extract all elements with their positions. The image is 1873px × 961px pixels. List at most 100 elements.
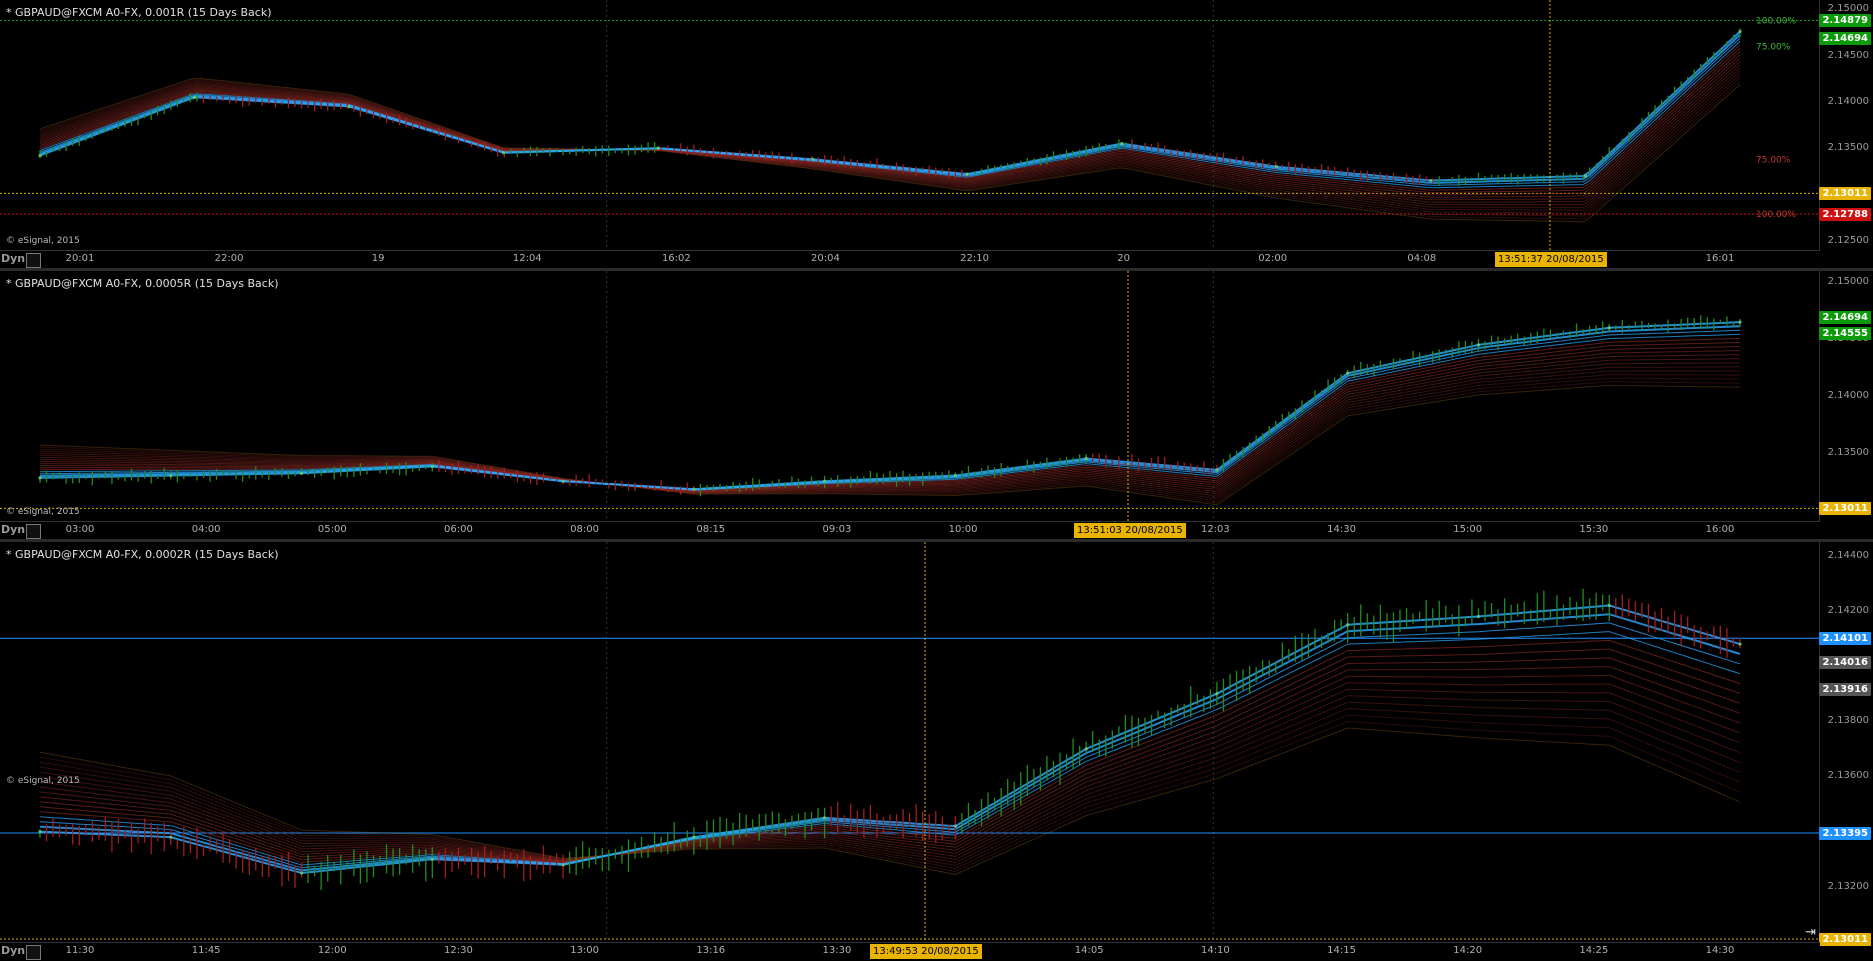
time-axis[interactable]: Dyn 11:30 11:45 12:00 12:30 13:00 13:16 13:30 1… [0,942,1820,961]
time-tick-label: 14:15 [1327,945,1356,956]
dyn-label: Dyn [1,523,26,536]
data-point [1738,29,1742,34]
time-tick-label: 20 [1117,253,1130,264]
fib-level-label: 100.00% [1756,210,1796,220]
ema-ribbon-line [39,622,1741,869]
data-point [169,473,173,478]
scroll-to-end-icon[interactable]: ⇥ [1805,925,1816,940]
scale-toggle-button[interactable] [26,253,41,268]
data-point [823,479,827,483]
panel-title: * GBPAUD@FXCM A0-FX, 0.001R (15 Days Bac… [6,6,272,19]
chart-panel-2[interactable]: * GBPAUD@FXCM A0-FX, 0.0005R (15 Days Ba… [0,271,1873,540]
time-tick-label: 13:30 [822,945,852,956]
time-tick-label: 22:00 [214,253,244,264]
data-point [430,464,434,469]
price-tag: 2.14694 [1819,311,1871,325]
ema-ribbon-line [39,37,1741,186]
cursor-time-label: 13:51:03 20/08/2015 [1074,523,1186,538]
copyright-label: © eSignal, 2015 [6,776,80,786]
price-axis[interactable]: 2.150002.145002.140002.135002.130002.146… [1819,271,1873,521]
time-tick-label: 16:02 [661,253,691,264]
price-tick-label: 2.14400 [1827,549,1869,561]
price-tag: 2.12788 [1819,208,1871,222]
time-tick-label: 09:03 [822,524,852,535]
data-point [1084,747,1088,751]
data-point [656,146,660,150]
time-tick-label: 22:10 [960,253,989,264]
price-tag: 2.13011 [1819,932,1871,946]
price-tick-label: 2.13200 [1827,880,1869,892]
price-tick-label: 2.13500 [1827,142,1869,154]
price-tag: 2.14016 [1819,655,1871,669]
data-point [347,104,351,109]
time-tick-label: 14:30 [1705,945,1735,956]
data-point [299,871,304,875]
time-tick-label: 12:03 [1200,524,1230,535]
data-point [1607,603,1611,608]
time-tick-label: 04:00 [191,524,221,535]
data-point [692,487,696,491]
data-point [1476,343,1481,347]
time-tick-label: 14:30 [1327,524,1356,535]
data-point [965,172,969,176]
time-tick-label: 02:00 [1258,253,1288,264]
price-axis[interactable]: 2.14400 2.14200 2.13800 2.13600 2.13200 2.141… [1819,542,1873,946]
price-plot[interactable] [0,271,1820,521]
price-tick-label: 2.13800 [1827,715,1869,727]
data-point [430,857,434,861]
data-point [192,95,197,99]
time-tick-label: 20:01 [65,253,95,264]
data-point [561,863,565,867]
time-tick-label: 10:00 [948,524,978,535]
fib-level-label: 75.00% [1756,42,1791,52]
price-tag: 2.13011 [1819,502,1871,516]
data-point [1215,468,1219,472]
data-point [953,824,957,828]
time-tick-label: 08:15 [696,524,726,535]
fib-level-label: 100.00% [1756,16,1796,26]
price-tick-label: 2.13500 [1827,446,1869,458]
time-tick-label: 13:16 [696,945,726,956]
time-axis[interactable]: Dyn 03:00 04:00 05:00 06:00 08:00 08:15 09:03 1… [0,521,1820,540]
scale-toggle-button[interactable] [26,945,41,960]
data-point [169,835,173,839]
time-tick-label: 15:00 [1453,524,1483,535]
time-axis[interactable]: Dyn 20:01 22:00 19 12:04 16:02 20:04 22:10 20 02… [0,250,1820,269]
ema-ribbon-line [39,47,1741,194]
price-tag: 2.14879 [1819,14,1871,28]
time-tick-label: 08:00 [570,524,600,535]
chart-panel-1[interactable]: * GBPAUD@FXCM A0-FX, 0.001R (15 Days Bac… [0,0,1873,269]
time-tick-label: 04:08 [1407,253,1437,264]
price-tag: 2.13916 [1819,683,1871,697]
price-plot[interactable] [0,542,1820,942]
time-tick-label: 12:00 [317,945,347,956]
price-plot[interactable]: 100.00% 75.00% 75.00% 100.00% [0,0,1820,250]
dyn-label: Dyn [1,252,26,265]
dyn-label: Dyn [1,944,26,957]
scale-toggle-button[interactable] [26,524,41,539]
ema-ribbon-line [39,674,1741,863]
time-tick-label: 16:01 [1705,253,1735,264]
cursor-time-label: 13:51:37 20/08/2015 [1495,252,1607,267]
data-point [38,153,42,158]
chart-panel-3[interactable]: * GBPAUD@FXCM A0-FX, 0.0002R (15 Days Ba… [0,542,1873,961]
data-point [1476,614,1481,619]
data-point [1274,165,1278,169]
time-tick-label: 13:00 [570,945,600,956]
data-point [1346,623,1350,627]
data-point [692,835,696,839]
data-point [811,157,815,161]
ema-ribbon-line [39,701,1741,863]
price-tag: 2.14101 [1819,632,1871,646]
price-tag: 2.14694 [1819,31,1871,45]
price-axis[interactable]: 2.150002.145002.140002.135002.130002.125… [1819,0,1873,250]
time-tick-label: 14:25 [1579,945,1609,956]
data-point [1738,320,1742,324]
data-point [1346,371,1350,375]
price-tag: 2.13011 [1819,187,1871,201]
price-tick-label: 2.14000 [1827,95,1869,107]
time-tick-label: 03:00 [65,524,95,535]
data-point [953,473,957,478]
data-point [823,816,827,820]
data-point [561,479,565,483]
